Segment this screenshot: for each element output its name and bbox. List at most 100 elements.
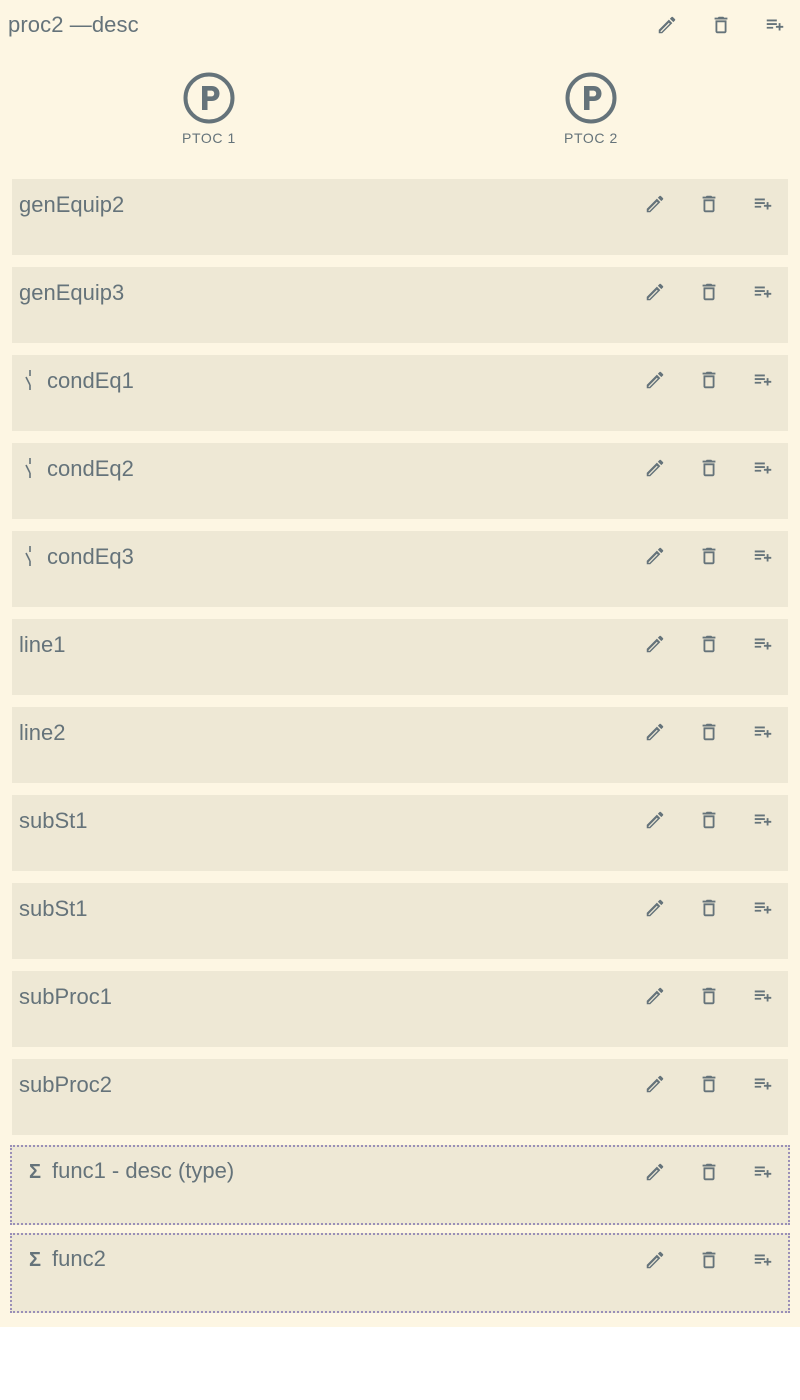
- add-button[interactable]: [750, 455, 776, 481]
- edit-button[interactable]: [642, 983, 668, 1009]
- add-button[interactable]: [762, 12, 788, 38]
- delete-icon: [702, 635, 716, 653]
- delete-button[interactable]: [696, 367, 722, 393]
- lnode-ptoc2[interactable]: PTOC 2: [531, 70, 651, 146]
- delete-icon: [702, 723, 716, 741]
- child-card-condeq1[interactable]: condEq1: [12, 355, 788, 431]
- panel-header: proc2 —desc: [0, 0, 800, 52]
- delete-button[interactable]: [696, 631, 722, 657]
- child-card-func1-desc-type-[interactable]: Σfunc1 - desc (type): [10, 1145, 790, 1225]
- playlist-add-icon: [754, 726, 772, 738]
- child-card-subproc2[interactable]: subProc2: [12, 1059, 788, 1135]
- card-title: condEq1: [19, 368, 134, 394]
- child-card-line2[interactable]: line2: [12, 707, 788, 783]
- edit-icon: [646, 371, 664, 389]
- lnode-label: PTOC 2: [564, 130, 618, 146]
- edit-button[interactable]: [642, 719, 668, 745]
- delete-button[interactable]: [696, 543, 722, 569]
- edit-button[interactable]: [642, 1071, 668, 1097]
- add-button[interactable]: [750, 191, 776, 217]
- child-card-func2[interactable]: Σfunc2: [10, 1233, 790, 1313]
- edit-button[interactable]: [642, 367, 668, 393]
- card-title-text: condEq3: [47, 544, 134, 569]
- edit-button[interactable]: [654, 12, 680, 38]
- delete-button[interactable]: [696, 983, 722, 1009]
- delete-icon: [702, 1251, 716, 1269]
- delete-button[interactable]: [696, 807, 722, 833]
- edit-button[interactable]: [642, 895, 668, 921]
- delete-button[interactable]: [696, 895, 722, 921]
- delete-icon: [702, 1075, 716, 1093]
- add-button[interactable]: [750, 895, 776, 921]
- edit-icon: [658, 16, 676, 34]
- playlist-add-icon: [754, 814, 772, 826]
- add-button[interactable]: [750, 1247, 776, 1273]
- card-title: Σfunc2: [24, 1246, 106, 1272]
- delete-button[interactable]: [708, 12, 734, 38]
- card-title-text: line2: [19, 720, 66, 745]
- card-title-text: line1: [19, 632, 66, 657]
- playlist-add-icon: [766, 19, 784, 31]
- letter-p-circle-icon: [565, 72, 617, 124]
- playlist-add-icon: [754, 374, 772, 386]
- edit-button[interactable]: [642, 279, 668, 305]
- edit-button[interactable]: [642, 631, 668, 657]
- edit-button[interactable]: [642, 455, 668, 481]
- child-card-line1[interactable]: line1: [12, 619, 788, 695]
- add-button[interactable]: [750, 279, 776, 305]
- delete-button[interactable]: [696, 455, 722, 481]
- delete-icon: [702, 371, 716, 389]
- delete-button[interactable]: [696, 191, 722, 217]
- edit-button[interactable]: [642, 543, 668, 569]
- delete-button[interactable]: [696, 1071, 722, 1097]
- child-card-condeq2[interactable]: condEq2: [12, 443, 788, 519]
- add-button[interactable]: [750, 983, 776, 1009]
- add-button[interactable]: [750, 1071, 776, 1097]
- delete-button[interactable]: [696, 1159, 722, 1185]
- delete-icon: [702, 899, 716, 917]
- lnode-ptoc1[interactable]: PTOC 1: [149, 70, 269, 146]
- card-title-text: genEquip2: [19, 192, 125, 217]
- card-title: genEquip2: [19, 192, 124, 218]
- add-button[interactable]: [750, 1159, 776, 1185]
- add-button[interactable]: [750, 807, 776, 833]
- delete-icon: [702, 459, 716, 477]
- child-card-subst1[interactable]: subSt1: [12, 795, 788, 871]
- child-card-genequip3[interactable]: genEquip3: [12, 267, 788, 343]
- card-title-text: subSt1: [19, 896, 88, 921]
- edit-button[interactable]: [642, 1159, 668, 1185]
- child-card-genequip2[interactable]: genEquip2: [12, 179, 788, 255]
- edit-icon: [646, 547, 664, 565]
- edit-icon: [646, 723, 664, 741]
- delete-icon: [702, 195, 716, 213]
- child-card-condeq3[interactable]: condEq3: [12, 531, 788, 607]
- card-title: Σfunc1 - desc (type): [24, 1158, 234, 1184]
- child-card-subst1[interactable]: subSt1: [12, 883, 788, 959]
- letter-p-circle-icon: [183, 72, 235, 124]
- card-title: line2: [19, 720, 65, 746]
- card-title: condEq2: [19, 456, 134, 482]
- add-button[interactable]: [750, 719, 776, 745]
- delete-icon: [702, 1163, 716, 1181]
- card-title: line1: [19, 632, 65, 658]
- add-button[interactable]: [750, 631, 776, 657]
- edit-button[interactable]: [642, 191, 668, 217]
- child-card-subproc1[interactable]: subProc1: [12, 971, 788, 1047]
- edit-icon: [646, 987, 664, 1005]
- delete-button[interactable]: [696, 279, 722, 305]
- card-title: subSt1: [19, 808, 88, 834]
- delete-button[interactable]: [696, 719, 722, 745]
- switch-icon: [19, 545, 41, 570]
- sigma-icon: Σ: [28, 1249, 41, 1271]
- delete-icon: [702, 987, 716, 1005]
- delete-icon: [702, 811, 716, 829]
- add-button[interactable]: [750, 543, 776, 569]
- edit-icon: [646, 899, 664, 917]
- switch-icon: [19, 457, 41, 482]
- edit-button[interactable]: [642, 807, 668, 833]
- delete-button[interactable]: [696, 1247, 722, 1273]
- add-button[interactable]: [750, 367, 776, 393]
- card-title: subProc2: [19, 1072, 112, 1098]
- edit-button[interactable]: [642, 1247, 668, 1273]
- panel-title: proc2 —desc: [8, 12, 139, 37]
